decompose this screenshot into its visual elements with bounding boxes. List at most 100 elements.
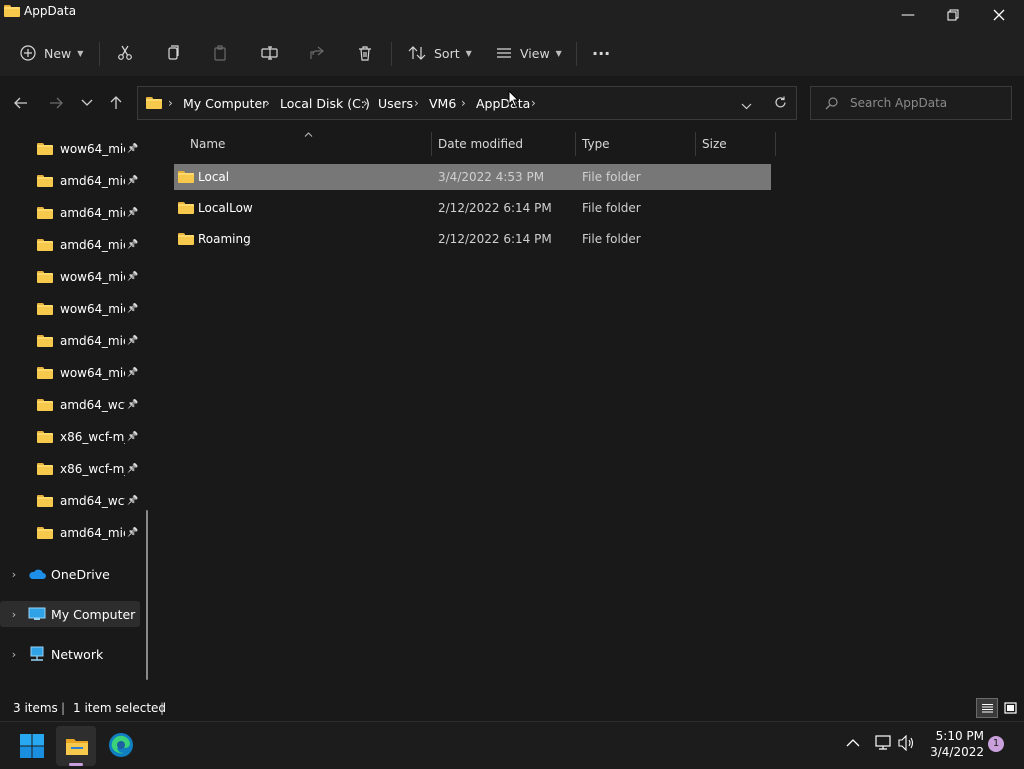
- file-row-roaming[interactable]: Roaming 2/12/2022 6:14 PM File folder: [174, 226, 771, 252]
- cut-button[interactable]: [117, 38, 133, 68]
- column-header-name[interactable]: Name: [190, 130, 225, 158]
- quick-access-item[interactable]: wow64_micr📌: [30, 134, 140, 164]
- breadcrumb-appdata[interactable]: AppData: [476, 96, 530, 111]
- command-bar: New ▼ Sort ▼ View ▼ ···: [0, 30, 1024, 77]
- tree-item-network[interactable]: › Network: [0, 641, 140, 667]
- column-divider[interactable]: [431, 132, 432, 156]
- show-hidden-icons-button[interactable]: [846, 736, 860, 750]
- quick-access-item[interactable]: wow64_micr📌: [30, 262, 140, 292]
- restore-button[interactable]: [930, 0, 976, 30]
- new-button[interactable]: New ▼: [20, 38, 83, 68]
- column-header-date[interactable]: Date modified: [438, 130, 523, 158]
- minimize-button[interactable]: —: [885, 0, 931, 30]
- quick-access-item[interactable]: x86_wcf-m_ 📌: [30, 422, 140, 452]
- quick-access-item[interactable]: x86_wcf-m_ 📌: [30, 454, 140, 484]
- quick-access-item[interactable]: amd64_micr📌: [30, 198, 140, 228]
- back-button[interactable]: [8, 90, 34, 116]
- column-divider[interactable]: [775, 132, 776, 156]
- quick-access-label: x86_wcf-m_: [60, 462, 125, 476]
- quick-access-item[interactable]: wow64_micr📌: [30, 358, 140, 388]
- rename-button[interactable]: [261, 38, 278, 68]
- copy-icon: [168, 45, 179, 60]
- status-divider: |: [61, 701, 66, 715]
- computer-icon: [28, 607, 46, 620]
- recent-locations-button[interactable]: [74, 90, 100, 116]
- breadcrumb-separator-icon: ›: [414, 96, 419, 110]
- copy-button[interactable]: [165, 38, 181, 68]
- pin-icon: 📌: [127, 368, 139, 378]
- address-history-button[interactable]: [741, 99, 752, 113]
- item-count: 3 items: [13, 701, 58, 715]
- tiles-view-button[interactable]: [1000, 698, 1020, 718]
- quick-access-label: wow64_micr: [60, 302, 125, 316]
- chevron-down-icon: ▼: [77, 48, 84, 58]
- file-explorer-icon: [66, 739, 88, 755]
- tree-item-label: Network: [51, 646, 104, 662]
- quick-access-item[interactable]: amd64_micr📌: [30, 326, 140, 356]
- paste-button[interactable]: [213, 38, 229, 68]
- quick-access-item[interactable]: amd64_wcf-📌: [30, 390, 140, 420]
- chevron-down-icon: ▼: [555, 48, 562, 58]
- file-date: 2/12/2022 6:14 PM: [438, 201, 552, 215]
- pin-icon: 📌: [127, 208, 139, 218]
- sort-label: Sort: [434, 45, 460, 61]
- view-label: View: [520, 45, 550, 61]
- quick-access-item[interactable]: amd64_micr📌: [30, 230, 140, 260]
- network-icon: [30, 646, 44, 661]
- breadcrumb-vm6[interactable]: VM6: [429, 96, 456, 111]
- file-row-locallow[interactable]: LocalLow 2/12/2022 6:14 PM File folder: [174, 195, 771, 221]
- folder-icon: [37, 175, 53, 187]
- refresh-button[interactable]: [774, 96, 787, 112]
- delete-button[interactable]: [357, 38, 373, 68]
- edge-browser-icon: [109, 733, 133, 757]
- folder-icon: [4, 5, 20, 17]
- column-header-row: Name Date modified Type Size: [174, 130, 776, 158]
- toolbar-divider: [576, 42, 577, 66]
- sort-button[interactable]: Sort ▼: [408, 38, 472, 68]
- arrow-right-icon: [50, 97, 63, 109]
- chevron-down-icon: [81, 99, 93, 106]
- file-row-local[interactable]: Local 3/4/2022 4:53 PM File folder: [174, 164, 771, 190]
- pin-icon: 📌: [127, 176, 139, 186]
- tree-item-my-computer[interactable]: › My Computer: [0, 601, 140, 627]
- close-button[interactable]: [976, 0, 1022, 30]
- breadcrumb-local-disk[interactable]: Local Disk (C:): [280, 96, 370, 111]
- address-bar[interactable]: › My Computer › Local Disk (C:) › Users …: [137, 86, 797, 120]
- forward-button[interactable]: [43, 90, 69, 116]
- more-options-button[interactable]: ···: [592, 38, 610, 68]
- close-icon: [993, 9, 1005, 21]
- view-button[interactable]: View ▼: [496, 38, 562, 68]
- details-view-button[interactable]: [976, 698, 998, 718]
- start-button[interactable]: [20, 734, 44, 761]
- notification-badge[interactable]: 1: [988, 736, 1004, 752]
- quick-access-label: amd64_wcf-: [60, 398, 125, 412]
- quick-access-item[interactable]: amd64_micr📌: [30, 518, 140, 548]
- file-type: File folder: [582, 170, 641, 184]
- breadcrumb-users[interactable]: Users: [378, 96, 413, 111]
- column-divider[interactable]: [695, 132, 696, 156]
- search-icon: [825, 97, 838, 110]
- up-button[interactable]: [103, 90, 129, 116]
- search-box[interactable]: Search AppData: [810, 86, 1012, 120]
- share-button[interactable]: [309, 38, 325, 68]
- column-divider[interactable]: [575, 132, 576, 156]
- taskbar-edge[interactable]: [108, 732, 134, 761]
- quick-access-label: wow64_micr: [60, 270, 125, 284]
- sidebar-scrollbar[interactable]: [146, 510, 148, 680]
- restore-icon: [947, 9, 959, 21]
- tiles-view-icon: [1003, 702, 1017, 714]
- network-status-button[interactable]: [874, 735, 892, 754]
- breadcrumb-my-computer[interactable]: My Computer: [183, 96, 267, 111]
- quick-access-item[interactable]: wow64_micr📌: [30, 294, 140, 324]
- tree-item-onedrive[interactable]: › OneDrive: [0, 561, 140, 587]
- volume-button[interactable]: [898, 734, 916, 754]
- arrow-left-icon: [14, 97, 27, 109]
- column-header-size[interactable]: Size: [702, 130, 727, 158]
- windows-logo-icon: [20, 734, 44, 758]
- quick-access-item[interactable]: amd64_micr📌: [30, 166, 140, 196]
- column-header-type[interactable]: Type: [582, 130, 610, 158]
- clock[interactable]: 5:10 PM 3/4/2022: [928, 728, 984, 760]
- taskbar-file-explorer[interactable]: [56, 726, 96, 766]
- quick-access-item[interactable]: amd64_wcf-📌: [30, 486, 140, 516]
- active-app-indicator: [69, 763, 83, 766]
